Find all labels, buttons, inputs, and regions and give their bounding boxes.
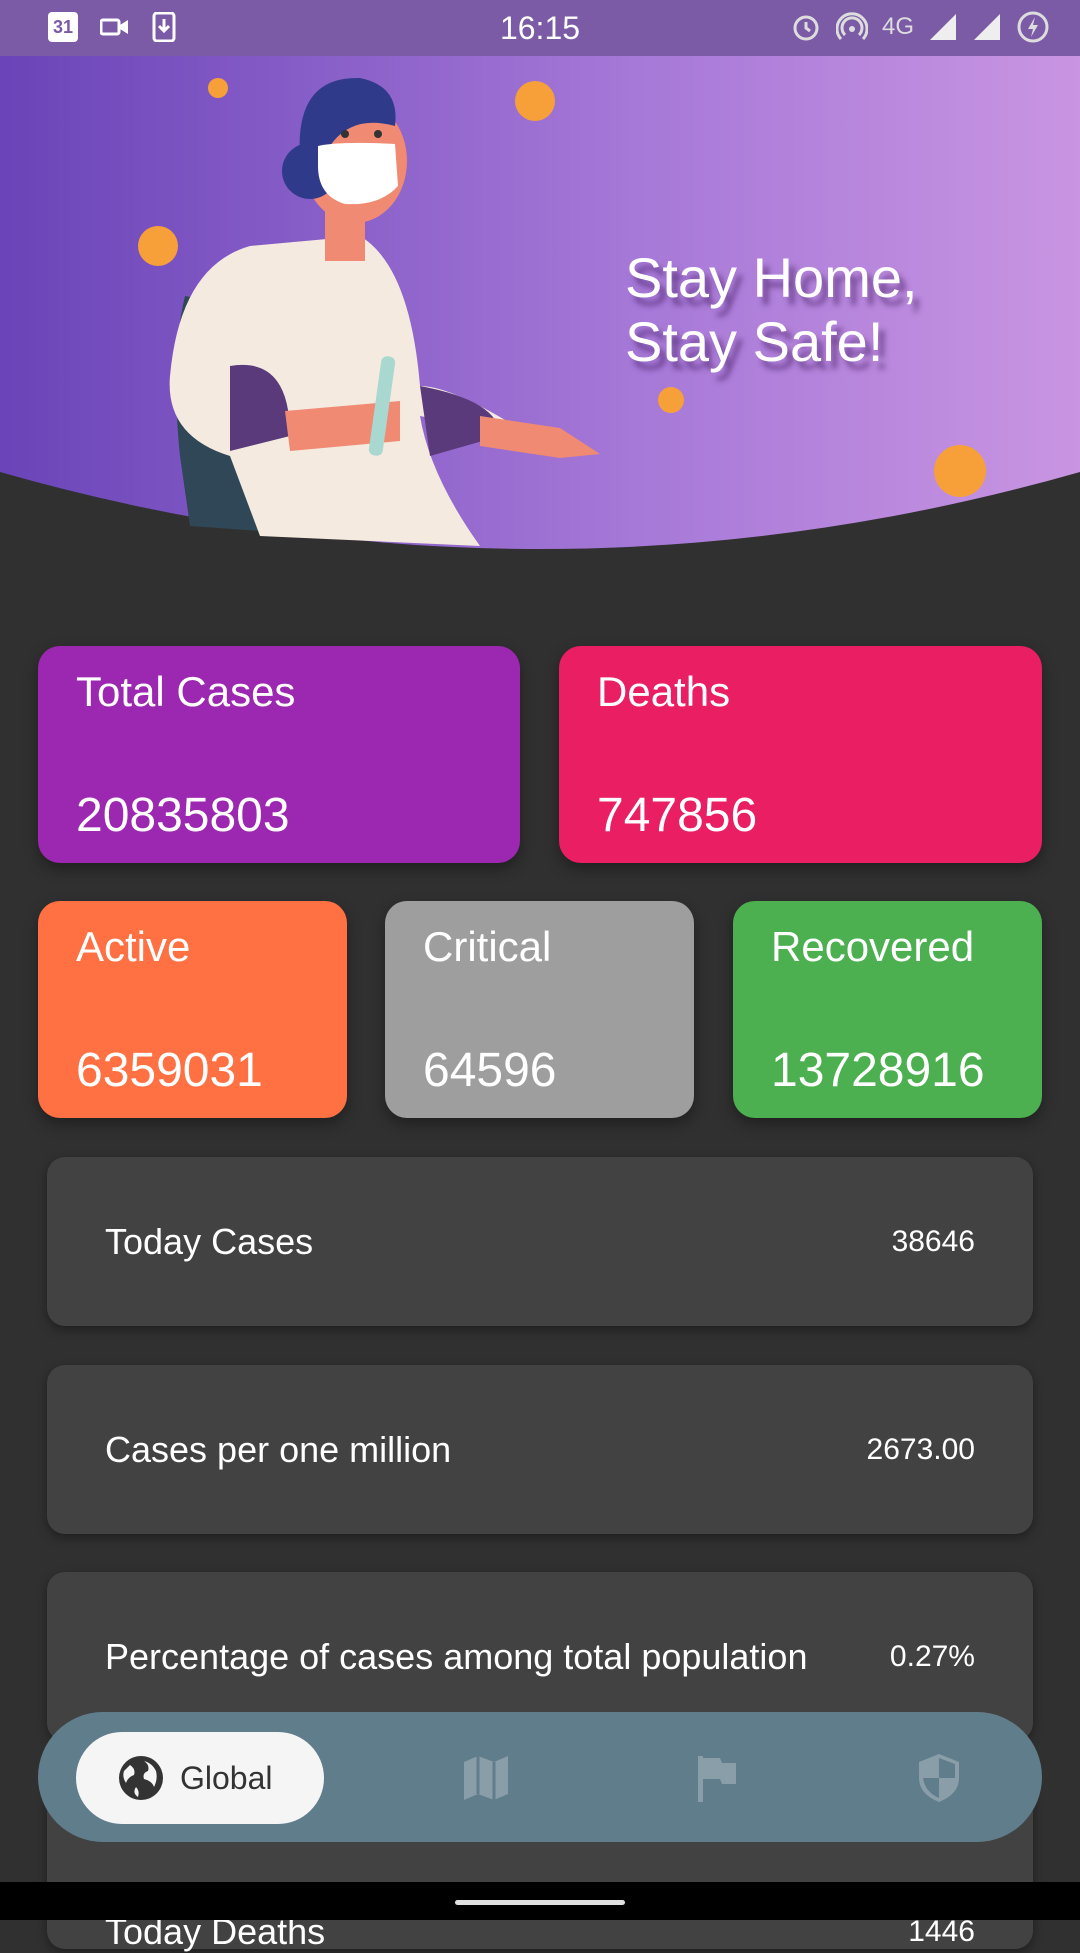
stat-label: Today Cases	[105, 1220, 314, 1262]
card-value: 13728916	[771, 1044, 985, 1097]
slogan-line-2: Stay Safe!	[625, 310, 884, 373]
bottom-navigation: Global	[38, 1712, 1042, 1842]
alarm-icon	[793, 15, 819, 41]
home-indicator[interactable]	[455, 1900, 625, 1905]
stat-label: Cases per one million	[105, 1428, 452, 1470]
globe-icon	[119, 1756, 163, 1800]
card-label: Total Cases	[76, 668, 296, 715]
card-label: Deaths	[597, 668, 731, 715]
flag-icon[interactable]	[688, 1750, 744, 1806]
stat-row-cases-per-million[interactable]: Cases per one million 2673.00	[47, 1365, 1033, 1534]
card-label: Recovered	[771, 923, 975, 970]
signal-icon	[930, 14, 956, 40]
slogan: Stay Home, Stay Safe!	[625, 246, 918, 374]
recovered-card[interactable]: Recovered 13728916	[733, 901, 1042, 1118]
hero-illustration	[0, 56, 1080, 549]
signal-icon	[974, 14, 1000, 40]
stat-value: 38646	[891, 1224, 975, 1258]
card-value: 747856	[597, 789, 758, 842]
card-label: Active	[76, 923, 191, 970]
stat-row-today-cases[interactable]: Today Cases 38646	[47, 1157, 1033, 1326]
total-cases-card[interactable]: Total Cases 20835803	[38, 646, 520, 863]
active-card[interactable]: Active 6359031	[38, 901, 347, 1118]
stat-label: Percentage of cases among total populati…	[105, 1635, 808, 1677]
status-bar: 31 16:15 4G	[0, 0, 1080, 56]
stat-value: 0.27%	[889, 1639, 975, 1673]
stat-value: 1446	[908, 1915, 975, 1948]
shield-icon[interactable]	[911, 1750, 967, 1806]
system-navigation-bar	[0, 1882, 1080, 1920]
hotspot-icon	[835, 12, 868, 41]
critical-card[interactable]: Critical 64596	[385, 901, 694, 1118]
deaths-card[interactable]: Deaths 747856	[559, 646, 1042, 863]
nav-label: Global	[180, 1759, 273, 1796]
card-value: 20835803	[76, 789, 290, 842]
slogan-line-1: Stay Home,	[625, 246, 918, 309]
map-icon[interactable]	[458, 1750, 514, 1806]
card-value: 6359031	[76, 1044, 263, 1097]
stat-value: 2673.00	[866, 1432, 975, 1466]
card-value: 64596	[423, 1044, 557, 1097]
battery-charging-icon	[1017, 11, 1049, 43]
card-label: Critical	[423, 923, 552, 970]
nav-item-global[interactable]: Global	[76, 1732, 324, 1824]
network-type: 4G	[881, 13, 914, 40]
hero-banner: Stay Home, Stay Safe!	[0, 56, 1080, 556]
